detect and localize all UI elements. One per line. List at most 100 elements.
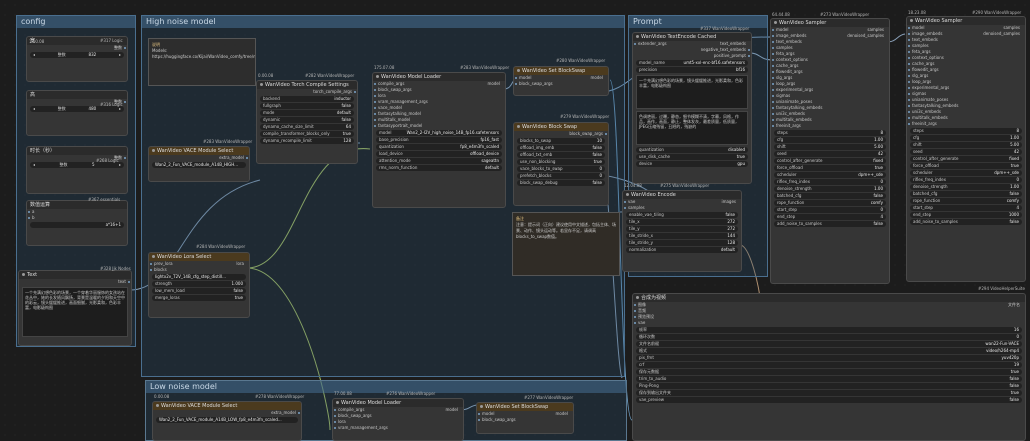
setting-row[interactable]: mode default [260, 110, 354, 116]
setting-row[interactable]: control_after_generate fixed [910, 156, 1022, 162]
number-field[interactable]: ◂ 整数 832 ▸ [30, 52, 124, 58]
setting-row[interactable]: load_device offload_device [376, 151, 502, 157]
logic-height-node[interactable]: 高 整数 ◂ 整数 480 ▸ [26, 90, 128, 136]
input-port[interactable]: block_swap_args [477, 417, 573, 423]
model-loader-low-node[interactable]: WanVideo Model Loader compile_args model … [332, 398, 464, 441]
negative-prompt-field[interactable]: 色调艳丽，过曝，静态，细节模糊不清，字幕，风格，作品，画作，画面，静止，整体发灰… [636, 111, 748, 145]
setting-row[interactable]: use_disk_cache true [636, 154, 748, 160]
setting-row[interactable]: dynamo_recompile_limit 128 [260, 138, 354, 144]
setting-row[interactable]: quantization disabled [636, 147, 748, 153]
setting-row[interactable]: start_step 4 [910, 205, 1022, 211]
torch-compile-settings-node[interactable]: WanVideo Torch Compile Settings torch_co… [256, 80, 358, 164]
setting-row[interactable]: 格式 video/h264-mp4 [636, 348, 1022, 354]
setting-row[interactable]: tile_x 272 [626, 219, 738, 225]
setting-row[interactable]: normalization default [626, 247, 738, 253]
setting-row[interactable]: seed 42 [774, 151, 886, 157]
setting-row[interactable]: steps 8 [910, 128, 1022, 134]
output-port[interactable]: positive_prompt [633, 53, 751, 59]
setting-row[interactable]: precision bf16 [636, 67, 748, 73]
setting-row[interactable]: tile_y 272 [626, 226, 738, 232]
input-port-b[interactable]: b [27, 215, 127, 221]
setting-row[interactable]: device gpu [636, 161, 748, 167]
setting-row[interactable]: end_step 4 [774, 214, 886, 220]
lora-select-node[interactable]: WanVideo Lora Select prev_lora lora block… [148, 252, 250, 318]
setting-row[interactable]: tile_stride_y 128 [626, 240, 738, 246]
note-remark[interactable]: 备注 注意：提示词（正向）建议使用中文描述，包括主体、场景、动作、镜头运动等。若… [512, 212, 620, 276]
setting-row[interactable]: add_noise_to_samples false [910, 219, 1022, 225]
setting-row[interactable]: offload_img_emb false [517, 145, 605, 151]
module-select-field[interactable]: Wan2_2_Fun_VACE_module_A14B_HIGH... [152, 162, 246, 168]
setting-row[interactable]: prefetch_blocks 0 [517, 173, 605, 179]
input-port[interactable]: vae [633, 320, 1025, 326]
output-port[interactable]: 整数 [27, 45, 127, 51]
setting-row[interactable]: shift 5.00 [774, 144, 886, 150]
setting-row[interactable]: cfg 1.00 [774, 137, 886, 143]
setting-row[interactable]: rope_function comfy [774, 200, 886, 206]
vae-encode-node[interactable]: WanVideo Encode vae images samples enable… [622, 190, 742, 272]
input-port[interactable]: fantasyportrait_model [373, 123, 505, 129]
setting-row[interactable]: blocks_to_swap 10 [517, 138, 605, 144]
setting-row[interactable]: force_offload true [910, 163, 1022, 169]
setting-row[interactable]: enable_vae_tiling false [626, 212, 738, 218]
logic-duration-node[interactable]: 时长（秒） 整数 ◂ 整数 5 ▸ [26, 146, 128, 194]
setting-row[interactable]: trim_to_audio false [636, 376, 1022, 382]
setting-row[interactable]: end_step 1000 [910, 212, 1022, 218]
block-swap-node[interactable]: WanVideo Block Swap block_swap_args bloc… [513, 122, 609, 206]
setting-row[interactable]: backend inductor [260, 96, 354, 102]
text-node[interactable]: Text text 一个充满幻想色彩的场景，一个穿着华丽服饰的女孩站在花丛中，她… [18, 270, 132, 346]
setting-row[interactable]: offload_txt_emb false [517, 152, 605, 158]
setting-row[interactable]: crf 19 [636, 362, 1022, 368]
sampler-high-node[interactable]: WanVideo Sampler model samples image_embe… [770, 18, 890, 284]
setting-row[interactable]: rope_function comfy [910, 198, 1022, 204]
input-port[interactable]: block_swap_args [514, 81, 608, 87]
setting-row[interactable]: tile_stride_x 144 [626, 233, 738, 239]
setting-row[interactable]: seed 42 [910, 149, 1022, 155]
text-content[interactable]: 一个充满幻想色彩的场景，一个穿着华丽服饰的女孩站在花丛中，她的长发随风飘扬，背景… [22, 287, 128, 337]
setting-row[interactable]: denoise_strength 1.00 [774, 186, 886, 192]
setting-row[interactable]: control_after_generate fixed [774, 158, 886, 164]
setting-row[interactable]: base_precision fp16_fast [376, 137, 502, 143]
math-expression-node[interactable]: 数值运算 a b a*16+1 [26, 200, 128, 246]
module-select-field[interactable]: Wan2_2_Fun_VACE_module_A14B_LOW_fp8_e4m3… [156, 417, 298, 423]
setting-row[interactable]: 保存到输出文件夹 true [636, 390, 1022, 396]
note-description[interactable]: 说明 Models: https://huggingface.co/Kijai/… [148, 38, 256, 86]
setting-row[interactable]: dynamo_cache_size_limit 64 [260, 124, 354, 130]
setting-row[interactable]: riflex_freq_index 0 [774, 179, 886, 185]
setting-row[interactable]: 循环次数 0 [636, 334, 1022, 340]
setting-row[interactable]: scheduler dpm++_sde [910, 170, 1022, 176]
input-port[interactable]: samples [623, 205, 741, 211]
set-blockswap-low-node[interactable]: WanVideo Set BlockSwap model model block_… [476, 402, 574, 434]
setting-row[interactable]: pix_fmt yuv420p [636, 355, 1022, 361]
setting-row[interactable]: merge_loras true [152, 295, 246, 301]
input-port[interactable]: blocks [149, 267, 249, 273]
output-port[interactable]: block_swap_args [514, 131, 608, 137]
setting-row[interactable]: dynamic false [260, 117, 354, 123]
setting-row[interactable]: batched_cfg false [910, 191, 1022, 197]
output-port[interactable]: torch_compile_args [257, 89, 357, 95]
positive-prompt-field[interactable]: 一个充满幻想色彩的场景，镜头缓缓推进，光影柔和，色彩丰富，电影级构图 [636, 75, 748, 109]
setting-row[interactable]: vae_preview false [636, 397, 1022, 403]
setting-row[interactable]: start_step 0 [774, 207, 886, 213]
setting-row[interactable]: block_swap_debug false [517, 180, 605, 186]
set-blockswap-high-node[interactable]: WanVideo Set BlockSwap model model block_… [513, 66, 609, 96]
setting-row[interactable]: model_name umt5-xxl-enc-bf16.safetensors [636, 60, 748, 66]
setting-row[interactable]: compile_transformer_blocks_only true [260, 131, 354, 137]
setting-row[interactable]: 帧率 16 [636, 327, 1022, 333]
text-encode-cached-node[interactable]: WanVideo TextEncode Cached extender_args… [632, 32, 752, 184]
setting-row[interactable]: 保存元数据 true [636, 369, 1022, 375]
input-port[interactable]: vram_management_args [333, 425, 463, 431]
expression-field[interactable]: a*16+1 [30, 222, 124, 228]
setting-row[interactable]: steps 8 [774, 130, 886, 136]
setting-row[interactable]: cfg 1.00 [910, 135, 1022, 141]
output-port[interactable]: text [19, 279, 131, 285]
model-loader-high-node[interactable]: WanVideo Model Loader compile_args model … [372, 72, 506, 208]
setting-row[interactable]: fullgraph false [260, 103, 354, 109]
setting-row[interactable]: model Wan2_2-I2V_high_noise_14B_fp16.safe… [376, 130, 502, 136]
setting-row[interactable]: strength 1.000 [152, 281, 246, 287]
setting-row[interactable]: force_offload true [774, 165, 886, 171]
lora-field[interactable]: lightx2v_T2V_14B_cfg_step_distill... [152, 274, 246, 280]
vace-module-select-low-node[interactable]: WanVideo VACE Module Select extra_model … [152, 401, 302, 441]
setting-row[interactable]: batched_cfg false [774, 193, 886, 199]
setting-row[interactable]: use_non_blocking true [517, 159, 605, 165]
setting-row[interactable]: shift 5.00 [910, 142, 1022, 148]
